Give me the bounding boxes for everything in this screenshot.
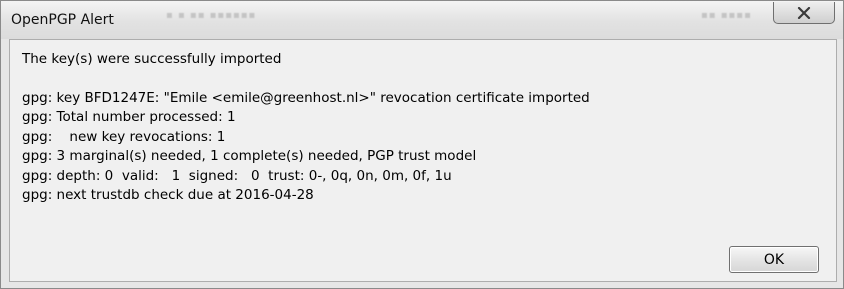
message-line: gpg: Total number processed: 1 <box>22 109 236 125</box>
dialog-body: The key(s) were successfully imported gp… <box>9 39 837 282</box>
ok-button[interactable]: OK <box>729 246 819 273</box>
title-bar[interactable]: ▪ ▪ ▪▪ ▪▪▪▪▪▪ ▪▪ ▪▪▪▪ OpenPGP Alert <box>1 1 843 39</box>
close-icon <box>797 6 811 19</box>
alert-dialog: ▪ ▪ ▪▪ ▪▪▪▪▪▪ ▪▪ ▪▪▪▪ OpenPGP Alert The … <box>0 0 844 289</box>
message-line: gpg: 3 marginal(s) needed, 1 complete(s)… <box>22 148 477 164</box>
background-window-blur: ▪▪ ▪▪▪▪ <box>701 10 752 21</box>
close-button[interactable] <box>773 2 835 24</box>
message-line: gpg: new key revocations: 1 <box>22 128 226 145</box>
message-line: gpg: key BFD1247E: "Emile <emile@greenho… <box>22 89 590 106</box>
window-title: OpenPGP Alert <box>11 12 114 28</box>
message-line: gpg: depth: 0 valid: 1 signed: 0 trust: … <box>22 167 452 184</box>
message-headline: The key(s) were successfully imported <box>22 51 282 67</box>
message-area: The key(s) were successfully imported gp… <box>22 50 812 206</box>
background-window-blur: ▪ ▪ ▪▪ ▪▪▪▪▪▪ <box>166 10 257 21</box>
message-line: gpg: next trustdb check due at 2016-04-2… <box>22 187 314 203</box>
